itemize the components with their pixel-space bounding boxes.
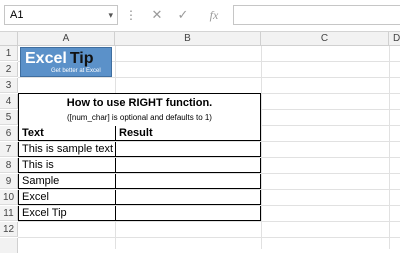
insert-function-icon[interactable]: fx (203, 5, 225, 25)
name-box-value: A1 (10, 9, 24, 21)
table-cell-text[interactable]: This is (18, 158, 115, 173)
table-subtitle: ([num_char] is optional and defaults to … (67, 113, 212, 122)
more-options-icon[interactable]: ⋮ (124, 4, 138, 26)
row-header-11[interactable]: 11 (0, 206, 18, 221)
row-header-9[interactable]: 9 (0, 174, 18, 189)
formula-bar: A1 ▾ ⋮ ✕ ✓ fx (0, 0, 400, 32)
gridline (18, 221, 400, 222)
cancel-icon[interactable]: ✕ (146, 5, 168, 25)
excel-tip-logo[interactable]: Excel Tip Get better at Excel (20, 47, 112, 77)
logo-word-tip: Tip (69, 50, 94, 67)
row-header-5[interactable]: 5 (0, 110, 18, 125)
row-header-12[interactable]: 12 (0, 222, 18, 237)
header-cell-result[interactable]: Result (115, 126, 261, 141)
row-header-6[interactable]: 6 (0, 126, 18, 141)
table-cell-text[interactable]: This is sample text (18, 142, 115, 157)
row-header-3[interactable]: 3 (0, 78, 18, 93)
header-cell-text[interactable]: Text (18, 126, 115, 141)
table-cell-result[interactable] (115, 142, 261, 157)
gridline (18, 237, 400, 238)
column-header-bar: A B C D (0, 32, 400, 46)
logo-word-excel: Excel (25, 50, 67, 67)
table-cell-text[interactable]: Excel (18, 190, 115, 205)
row-header-2[interactable]: 2 (0, 62, 18, 77)
row-header-1[interactable]: 1 (0, 46, 18, 61)
table-cell-result[interactable] (115, 206, 261, 221)
row-header-8[interactable]: 8 (0, 158, 18, 173)
table-cell-result[interactable] (115, 190, 261, 205)
select-all-corner[interactable] (0, 32, 18, 46)
formula-input[interactable] (233, 5, 400, 25)
table-cell-result[interactable] (115, 158, 261, 173)
gridline (18, 77, 400, 78)
column-header-d[interactable]: D (389, 32, 400, 46)
table-title: How to use RIGHT function. (66, 97, 213, 109)
chevron-down-icon[interactable]: ▾ (108, 6, 113, 24)
logo-tagline: Get better at Excel (51, 68, 101, 74)
row-header-4[interactable]: 4 (0, 94, 18, 109)
enter-icon[interactable]: ✓ (172, 5, 194, 25)
row-header-10[interactable]: 10 (0, 190, 18, 205)
row-header-7[interactable]: 7 (0, 142, 18, 157)
table-cell-text[interactable]: Excel Tip (18, 206, 115, 221)
column-header-b[interactable]: B (115, 32, 261, 46)
row-header-13[interactable] (0, 238, 18, 253)
name-box[interactable]: A1 ▾ (4, 5, 118, 25)
logo-text: Excel Tip (25, 50, 94, 68)
table-cell-text[interactable]: Sample (18, 174, 115, 189)
table-cell-result[interactable] (115, 174, 261, 189)
column-header-a[interactable]: A (18, 32, 115, 46)
column-header-c[interactable]: C (261, 32, 389, 46)
